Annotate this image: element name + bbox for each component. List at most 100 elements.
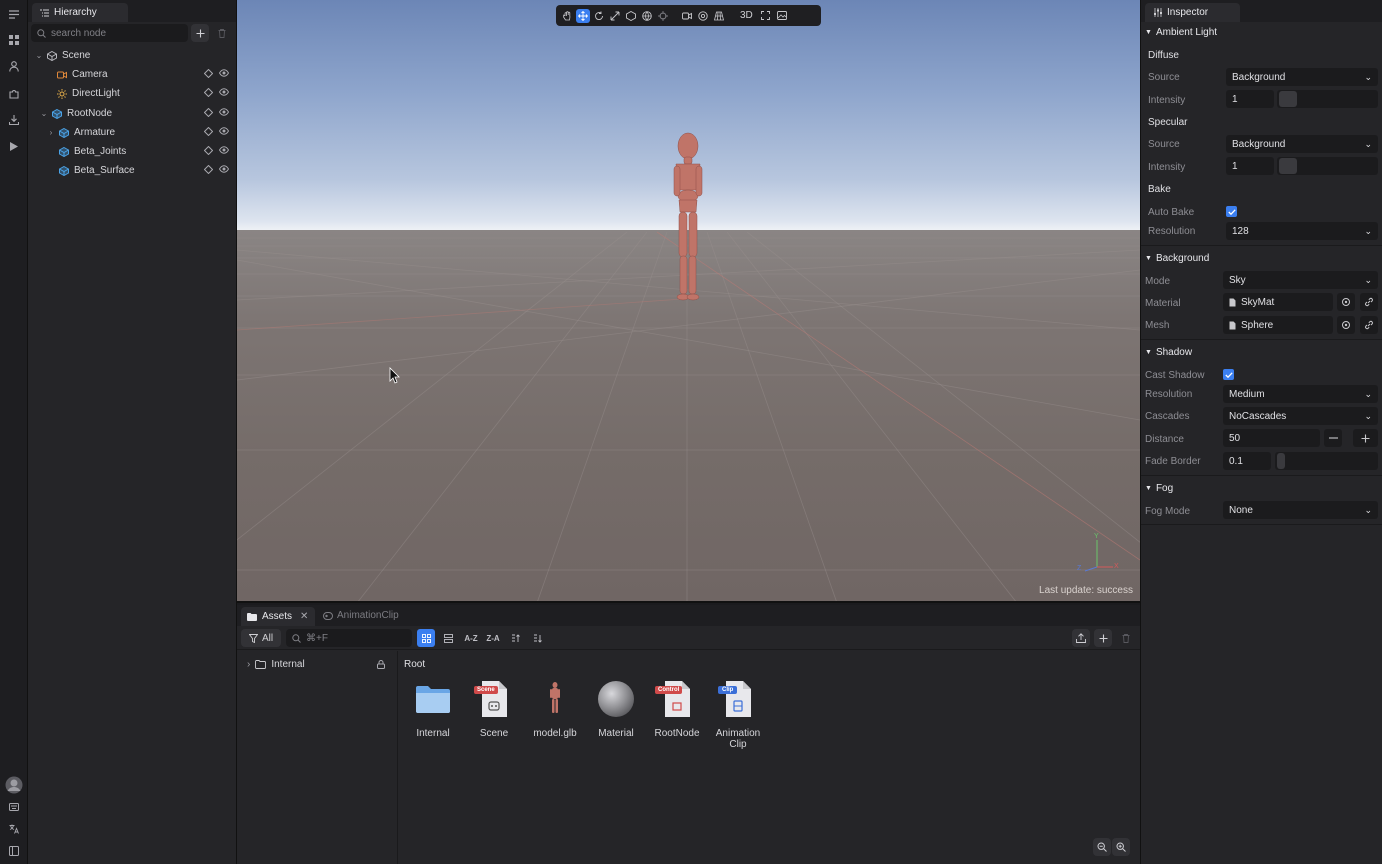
maximize-button[interactable] [759, 9, 773, 23]
specular-intensity-input[interactable]: 1 [1226, 157, 1274, 175]
avatar[interactable] [4, 776, 24, 794]
unlink-material-button[interactable] [1360, 293, 1378, 311]
download-icon[interactable] [6, 112, 22, 128]
dashboard-icon[interactable] [6, 32, 22, 48]
visibility-eye-icon[interactable] [219, 127, 229, 136]
close-icon[interactable]: ✕ [300, 611, 308, 622]
tree-row-directlight[interactable]: DirectLight [28, 84, 237, 103]
unlink-mesh-button[interactable] [1360, 316, 1378, 334]
distance-decrement-button[interactable] [1324, 429, 1342, 447]
language-icon[interactable] [6, 821, 22, 837]
tree-row-beta-surface[interactable]: Beta_Surface [28, 161, 237, 180]
section-shadow[interactable]: ▼ Shadow [1145, 347, 1192, 358]
user-icon[interactable] [6, 58, 22, 74]
tab-animationclip[interactable]: AnimationClip [323, 610, 399, 621]
tree-row-beta-joints[interactable]: Beta_Joints [28, 142, 237, 161]
visibility-eye-icon[interactable] [219, 165, 229, 174]
background-mode-select[interactable]: Sky ⌄ [1223, 271, 1378, 289]
background-mesh-field[interactable]: Sphere [1223, 316, 1333, 334]
panel-layout-icon[interactable] [6, 843, 22, 859]
chevron-down-icon[interactable]: ⌄ [39, 109, 49, 118]
visibility-eye-icon[interactable] [219, 88, 229, 97]
sort-desc-button[interactable] [528, 629, 546, 647]
slider-knob[interactable] [1279, 91, 1297, 107]
tree-row-scene[interactable]: ⌄ Scene [28, 46, 237, 65]
lock-icon[interactable] [204, 88, 213, 97]
import-asset-button[interactable] [1072, 629, 1090, 647]
move-tool-button[interactable] [576, 8, 590, 23]
scene-viewport[interactable]: Y X Z 3D Last update: success [237, 0, 1140, 603]
asset-animation-clip[interactable]: Clip Animation Clip [709, 679, 767, 750]
slider-knob[interactable] [1277, 453, 1285, 469]
sort-za-button[interactable]: Z-A [483, 629, 503, 647]
cast-shadow-checkbox[interactable] [1223, 369, 1234, 380]
locate-material-button[interactable] [1337, 293, 1355, 311]
chevron-right-icon[interactable]: › [46, 128, 56, 137]
view-mode-toggle[interactable]: 3D [736, 10, 757, 21]
filter-button[interactable]: All [241, 629, 281, 647]
grid-view-button[interactable] [417, 629, 435, 647]
shadow-resolution-select[interactable]: Medium ⌄ [1223, 385, 1378, 403]
lock-icon[interactable] [204, 165, 213, 174]
pivot-button[interactable] [656, 9, 670, 23]
zoom-out-button[interactable] [1093, 838, 1111, 856]
diffuse-source-select[interactable]: Background ⌄ [1226, 68, 1378, 86]
fade-border-input[interactable]: 0.1 [1223, 452, 1271, 470]
lock-icon[interactable] [204, 108, 213, 117]
fog-mode-select[interactable]: None ⌄ [1223, 501, 1378, 519]
tab-assets[interactable]: Assets ✕ [241, 607, 315, 626]
diffuse-intensity-slider[interactable] [1277, 90, 1378, 108]
diffuse-intensity-input[interactable]: 1 [1226, 90, 1274, 108]
asset-rootnode[interactable]: Control RootNode [648, 679, 706, 739]
lock-icon[interactable] [204, 69, 213, 78]
grid-toggle-button[interactable] [712, 9, 726, 23]
visibility-eye-icon[interactable] [219, 69, 229, 78]
asset-internal-folder[interactable]: Internal [404, 679, 462, 739]
visibility-eye-icon[interactable] [219, 108, 229, 117]
section-fog[interactable]: ▼ Fog [1145, 483, 1173, 494]
specular-intensity-slider[interactable] [1277, 157, 1378, 175]
asset-scene[interactable]: Scene Scene [465, 679, 523, 739]
cascades-select[interactable]: NoCascades ⌄ [1223, 407, 1378, 425]
chevron-right-icon[interactable]: › [247, 659, 250, 670]
add-asset-button[interactable] [1094, 629, 1112, 647]
tree-row-rootnode[interactable]: ⌄ RootNode [28, 104, 237, 123]
search-input[interactable]: search node [31, 24, 188, 42]
sort-az-button[interactable]: A-Z [461, 629, 481, 647]
visibility-eye-icon[interactable] [219, 146, 229, 155]
asset-model-glb[interactable]: model.glb [526, 679, 584, 739]
section-background[interactable]: ▼ Background [1145, 253, 1209, 264]
asset-search-input[interactable]: ⌘+F [286, 629, 412, 647]
slider-knob[interactable] [1279, 158, 1297, 174]
chevron-down-icon[interactable]: ⌄ [34, 51, 44, 60]
tab-hierarchy[interactable]: Hierarchy [32, 3, 128, 22]
folder-row-internal[interactable]: › Internal [247, 659, 392, 670]
plugin-icon[interactable] [6, 85, 22, 101]
lock-icon[interactable] [204, 127, 213, 136]
lock-icon[interactable] [204, 146, 213, 155]
tree-row-camera[interactable]: Camera [28, 65, 237, 84]
menu-icon[interactable] [6, 6, 22, 22]
screenshot-button[interactable] [775, 9, 789, 23]
list-view-button[interactable] [439, 629, 457, 647]
distance-increment-button[interactable] [1353, 429, 1378, 447]
delete-asset-button[interactable] [1117, 629, 1135, 647]
auto-bake-checkbox[interactable] [1226, 206, 1237, 217]
keyboard-icon[interactable] [6, 799, 22, 815]
distance-input[interactable]: 50 [1223, 429, 1320, 447]
tab-inspector[interactable]: Inspector [1145, 3, 1240, 22]
scale-tool-button[interactable] [608, 9, 622, 23]
locate-mesh-button[interactable] [1337, 316, 1355, 334]
sort-asc-button[interactable] [506, 629, 524, 647]
delete-node-button[interactable] [213, 24, 231, 42]
add-node-button[interactable] [191, 24, 209, 42]
zoom-in-button[interactable] [1112, 838, 1130, 856]
asset-material[interactable]: Material [587, 679, 645, 739]
specular-source-select[interactable]: Background ⌄ [1226, 135, 1378, 153]
fade-border-slider[interactable] [1275, 452, 1378, 470]
world-space-button[interactable] [640, 9, 654, 23]
rotate-tool-button[interactable] [592, 9, 606, 23]
gizmo-toggle-button[interactable] [696, 9, 710, 23]
camera-view-button[interactable] [680, 9, 694, 23]
hand-tool-button[interactable] [560, 9, 574, 23]
